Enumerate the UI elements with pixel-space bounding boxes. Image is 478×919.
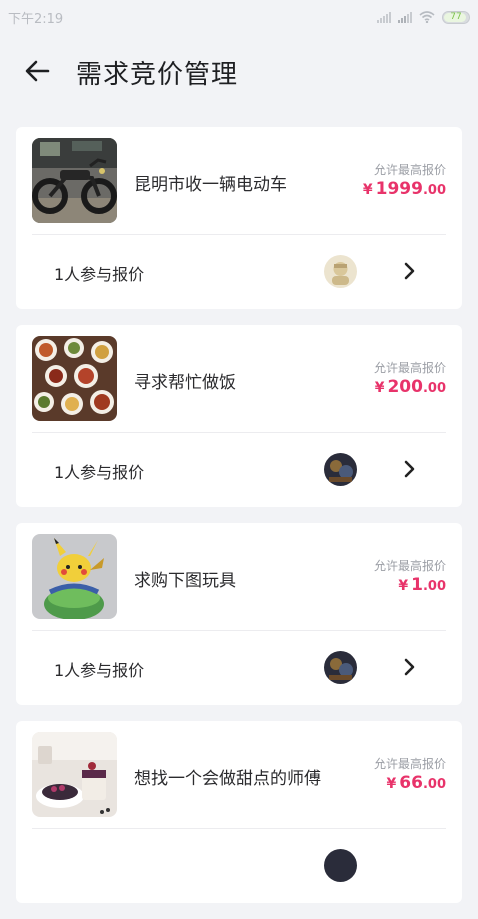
chevron-right-icon[interactable] xyxy=(400,261,418,281)
max-price: ¥66.00 xyxy=(386,773,446,793)
signal-icon-2 xyxy=(398,11,412,23)
bid-row[interactable]: 1人参与报价 xyxy=(16,631,462,705)
status-bar: 下午2:19 77 xyxy=(0,0,478,34)
request-card[interactable]: 寻求帮忙做饭 允许最高报价 ¥200.00 1人参与报价 xyxy=(16,325,462,507)
request-card-header[interactable]: 想找一个会做甜点的师傅 允许最高报价 ¥66.00 xyxy=(16,721,462,829)
max-price: ¥1.00 xyxy=(398,575,446,595)
bid-count: 1人参与报价 xyxy=(54,463,145,482)
bid-row[interactable] xyxy=(16,829,462,903)
price-label: 允许最高报价 xyxy=(373,163,446,177)
request-list: 昆明市收一辆电动车 允许最高报价 ¥1999.00 1人参与报价 寻求帮忙做饭 … xyxy=(16,127,462,919)
max-price: ¥1999.00 xyxy=(362,179,446,199)
request-card[interactable]: 想找一个会做甜点的师傅 允许最高报价 ¥66.00 xyxy=(16,721,462,903)
price-label: 允许最高报价 xyxy=(373,757,446,771)
request-card-header[interactable]: 求购下图玩具 允许最高报价 ¥1.00 xyxy=(16,523,462,631)
back-arrow-icon xyxy=(25,60,50,82)
bidder-avatar xyxy=(324,453,357,486)
max-price: ¥200.00 xyxy=(374,377,446,397)
wifi-icon xyxy=(419,11,435,23)
chevron-right-icon[interactable] xyxy=(400,459,418,479)
status-icons: 77 xyxy=(377,10,470,24)
request-image xyxy=(32,138,117,223)
bid-count: 1人参与报价 xyxy=(54,661,145,680)
bidder-avatar xyxy=(324,651,357,684)
signal-icon xyxy=(377,11,391,23)
battery-level: 77 xyxy=(450,12,462,22)
bidder-avatar xyxy=(324,849,357,882)
request-title: 求购下图玩具 xyxy=(134,571,236,591)
bid-row[interactable]: 1人参与报价 xyxy=(16,433,462,507)
battery-icon: 77 xyxy=(442,10,470,24)
bid-count: 1人参与报价 xyxy=(54,265,145,284)
request-card-header[interactable]: 昆明市收一辆电动车 允许最高报价 ¥1999.00 xyxy=(16,127,462,235)
request-title: 昆明市收一辆电动车 xyxy=(134,175,287,195)
request-card[interactable]: 求购下图玩具 允许最高报价 ¥1.00 1人参与报价 xyxy=(16,523,462,705)
bidder-avatar xyxy=(324,255,357,288)
request-image xyxy=(32,732,117,817)
request-card-header[interactable]: 寻求帮忙做饭 允许最高报价 ¥200.00 xyxy=(16,325,462,433)
request-title: 寻求帮忙做饭 xyxy=(134,373,236,393)
request-image xyxy=(32,336,117,421)
price-label: 允许最高报价 xyxy=(373,559,446,573)
header: 需求竞价管理 xyxy=(0,46,478,96)
request-card[interactable]: 昆明市收一辆电动车 允许最高报价 ¥1999.00 1人参与报价 xyxy=(16,127,462,309)
request-image xyxy=(32,534,117,619)
price-label: 允许最高报价 xyxy=(373,361,446,375)
status-time: 下午2:19 xyxy=(8,11,64,27)
chevron-right-icon[interactable] xyxy=(400,657,418,677)
back-button[interactable] xyxy=(22,57,52,85)
request-title: 想找一个会做甜点的师傅 xyxy=(134,769,321,789)
page-title: 需求竞价管理 xyxy=(76,60,239,90)
bid-row[interactable]: 1人参与报价 xyxy=(16,235,462,309)
